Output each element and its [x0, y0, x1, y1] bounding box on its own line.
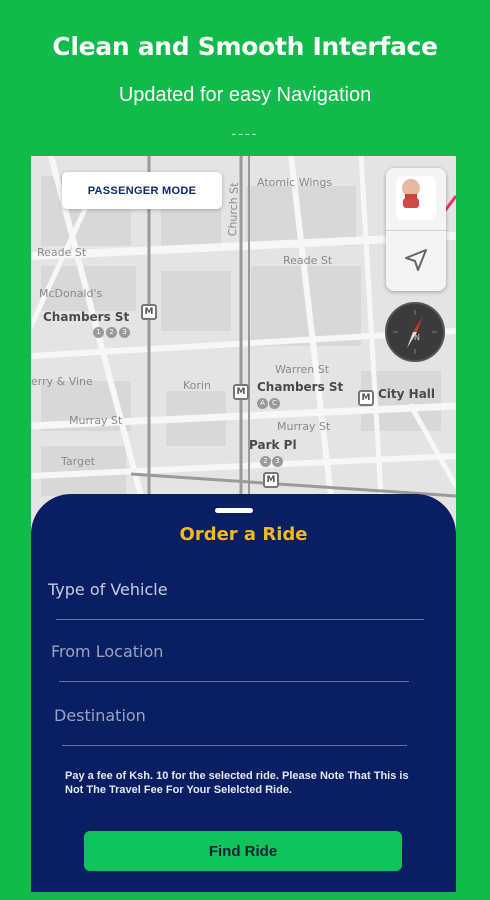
- map-label: Korin: [183, 379, 211, 392]
- map-label: Church St: [226, 182, 241, 237]
- fee-notice: Pay a fee of Ksh. 10 for the selected ri…: [65, 770, 409, 796]
- vehicle-type-placeholder: Type of Vehicle: [48, 580, 168, 599]
- transit-line-badge: A: [257, 398, 268, 409]
- map-controls: [386, 168, 446, 291]
- map-label: erry & Vine: [31, 375, 93, 388]
- map-label: Murray St: [69, 414, 123, 427]
- map-label: Chambers St: [43, 310, 130, 324]
- find-ride-button[interactable]: Find Ride: [84, 831, 402, 871]
- map-label: Warren St: [275, 363, 330, 376]
- hero-divider: ----: [231, 125, 259, 141]
- destination-placeholder: Destination: [54, 706, 146, 725]
- transit-line-badge: 2: [106, 327, 117, 338]
- locate-me-icon[interactable]: [402, 246, 430, 274]
- metro-station-icon[interactable]: M: [358, 390, 374, 406]
- field-underline: [56, 619, 424, 620]
- metro-station-icon[interactable]: M: [233, 384, 249, 400]
- map-label: Murray St: [277, 420, 331, 433]
- destination-field[interactable]: Destination: [54, 706, 414, 746]
- hero-subtitle: Updated for easy Navigation: [118, 84, 372, 106]
- phone-screen: Atomic Wings Church St Reade St Reade St…: [31, 156, 456, 892]
- map-label: Park Pl: [249, 438, 297, 452]
- map-label: Atomic Wings: [257, 176, 333, 189]
- transit-line-badge: C: [269, 398, 280, 409]
- map-label: Reade St: [37, 246, 87, 259]
- transit-line-badge: 1: [93, 327, 104, 338]
- from-location-field[interactable]: From Location: [51, 642, 411, 682]
- compass-icon[interactable]: N: [385, 302, 445, 362]
- metro-station-icon[interactable]: M: [263, 472, 279, 488]
- transit-line-badge: 3: [119, 327, 130, 338]
- from-location-placeholder: From Location: [51, 642, 164, 661]
- passenger-mode-chip[interactable]: PASSENGER MODE: [62, 172, 222, 209]
- order-panel-title: Order a Ride: [179, 524, 308, 545]
- transit-line-badge: 2: [260, 456, 271, 467]
- map-label: City Hall: [378, 387, 436, 401]
- svg-text:N: N: [414, 333, 420, 342]
- map-label: Target: [61, 455, 96, 468]
- order-ride-panel: Order a Ride Type of Vehicle From Locati…: [31, 494, 456, 892]
- profile-avatar[interactable]: [396, 176, 436, 220]
- transit-line-badge: 3: [272, 456, 283, 467]
- field-underline: [59, 681, 409, 682]
- field-underline: [62, 745, 407, 746]
- map-label: Reade St: [283, 254, 333, 267]
- metro-station-icon[interactable]: M: [141, 304, 157, 320]
- drag-handle[interactable]: [215, 508, 253, 513]
- map-label: McDonald's: [39, 287, 103, 300]
- hero-title: Clean and Smooth Interface: [52, 32, 438, 61]
- vehicle-type-field[interactable]: Type of Vehicle: [48, 580, 424, 620]
- controls-divider: [386, 230, 446, 231]
- profile-avatar-icon: [402, 179, 420, 208]
- map-label: Chambers St: [257, 380, 344, 394]
